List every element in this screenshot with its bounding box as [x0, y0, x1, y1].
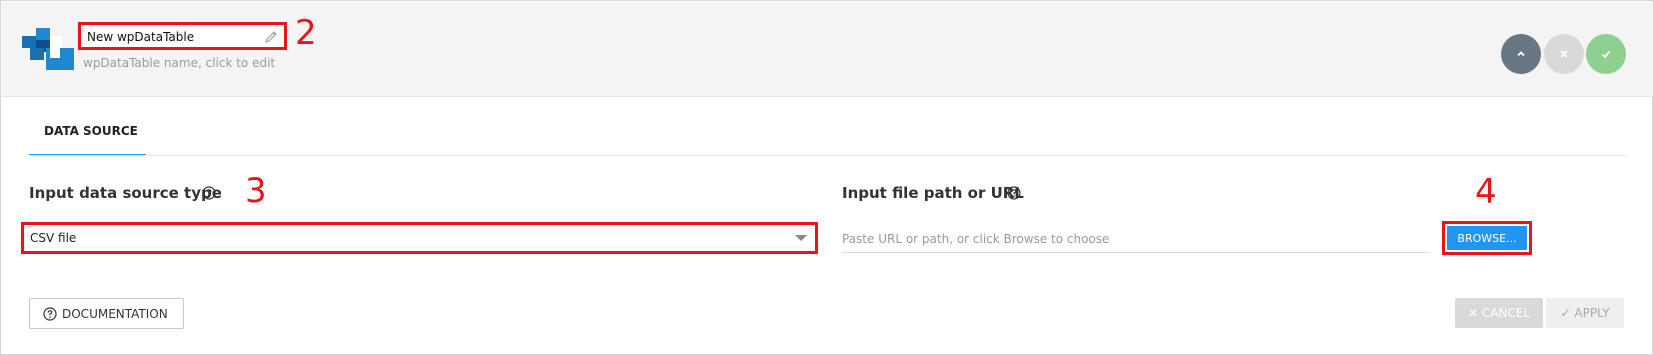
file-path-input[interactable]: [842, 225, 1429, 253]
app-window: New wpDataTable 2 wpDataTable name, clic…: [0, 0, 1653, 355]
file-path-label: Input file path or URL: [842, 184, 1024, 202]
close-icon: [1560, 50, 1568, 58]
table-header: New wpDataTable 2 wpDataTable name, clic…: [2, 2, 1653, 97]
tab-divider: [29, 155, 1626, 156]
tab-label: DATA SOURCE: [44, 124, 138, 138]
save-button[interactable]: [1586, 34, 1626, 74]
apply-button[interactable]: ✓ APPLY: [1546, 298, 1624, 328]
browse-button[interactable]: BROWSE...: [1447, 226, 1527, 250]
annotation-number: 4: [1475, 172, 1497, 212]
annotation-number: 3: [245, 171, 267, 211]
cancel-button[interactable]: ✕ CANCEL: [1455, 298, 1543, 328]
documentation-button[interactable]: DOCUMENTATION: [29, 298, 184, 329]
tab-data-source[interactable]: DATA SOURCE: [29, 118, 146, 156]
source-type-label: Input data source type: [29, 184, 222, 202]
source-type-value: CSV file: [30, 231, 77, 245]
dropdown-caret-icon: [795, 235, 807, 241]
close-button[interactable]: [1544, 34, 1584, 74]
source-type-select[interactable]: CSV file: [21, 222, 818, 254]
browse-highlight: BROWSE...: [1442, 221, 1532, 255]
help-icon[interactable]: [1007, 186, 1021, 200]
chevron-up-icon: [1517, 51, 1525, 57]
annotation-number: 2: [295, 13, 317, 53]
table-name-hint: wpDataTable name, click to edit: [83, 56, 276, 70]
help-icon[interactable]: [202, 186, 216, 200]
help-icon: [43, 307, 57, 321]
collapse-button[interactable]: [1501, 34, 1541, 74]
documentation-label: DOCUMENTATION: [62, 307, 168, 321]
checkmark-icon: [1601, 50, 1611, 59]
pencil-icon[interactable]: [264, 30, 278, 44]
wpdatatables-logo: [22, 28, 74, 70]
table-name-field[interactable]: New wpDataTable: [78, 22, 287, 50]
table-name-text: New wpDataTable: [87, 30, 195, 44]
